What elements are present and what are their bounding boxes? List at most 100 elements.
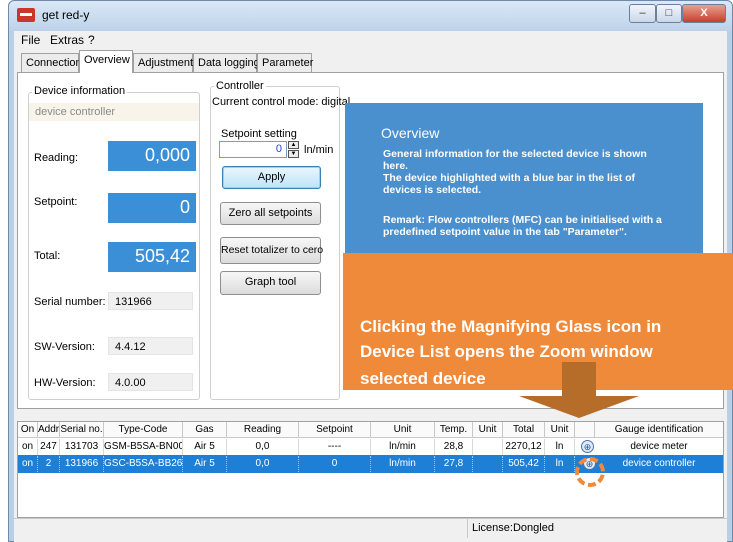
menu-help[interactable]: ?	[88, 33, 95, 47]
spin-up-icon[interactable]: ▲	[288, 141, 299, 149]
table-row[interactable]: on 2 131966 GSC-B5SA-BB26 Air 5 0,0 0 ln…	[18, 456, 723, 472]
menu-extras[interactable]: Extras	[50, 33, 84, 47]
overview-text-line: devices is selected.	[383, 184, 482, 196]
tab-data-logging[interactable]: Data logging	[193, 53, 260, 72]
col-header-zoom[interactable]	[575, 422, 595, 438]
col-header-gas[interactable]: Gas	[183, 422, 227, 438]
cell-gauge-id: device meter	[630, 441, 688, 452]
window-title: get red-y	[42, 8, 90, 22]
setpoint-value: 0	[108, 193, 196, 223]
tab-overview[interactable]: Overview	[79, 50, 133, 73]
callout-line: Clicking the Magnifying Glass icon in	[360, 317, 662, 336]
zero-all-setpoints-button[interactable]: Zero all setpoints	[220, 202, 321, 225]
cell-temp: 28,8	[435, 439, 473, 455]
cell-on: on	[18, 456, 38, 472]
reading-value: 0,000	[108, 141, 196, 171]
tab-parameter[interactable]: Parameter	[257, 53, 313, 72]
control-mode-text: Current control mode: digital	[212, 96, 351, 108]
close-button[interactable]: X	[682, 4, 726, 23]
col-header-total[interactable]: Total	[503, 422, 545, 438]
graph-tool-button[interactable]: Graph tool	[220, 271, 321, 295]
cell-gas: Air 5	[183, 439, 227, 455]
magnifying-glass-icon[interactable]: ⊕	[581, 440, 594, 453]
col-header-on[interactable]: On	[18, 422, 38, 438]
reset-totalizer-button[interactable]: Reset totalizer to cero	[220, 237, 323, 264]
cell-total-unit: ln	[545, 456, 575, 472]
overview-text-line: Remark: Flow controllers (MFC) can be in…	[383, 214, 662, 226]
serial-label: Serial number:	[34, 296, 106, 308]
setpoint-setting-label: Setpoint setting	[221, 128, 297, 140]
total-label: Total:	[34, 250, 61, 262]
col-header-gauge-id[interactable]: Gauge identification	[595, 422, 723, 438]
title-bar[interactable]	[9, 1, 732, 31]
cell-total: 2270,12	[503, 439, 545, 455]
cell-addr: 2	[38, 456, 60, 472]
cell-unit: ln/min	[371, 456, 435, 472]
setpoint-setting-input[interactable]: 0	[219, 141, 287, 158]
callout-arrow-head	[519, 396, 639, 418]
col-header-serial[interactable]: Serial no.	[60, 422, 104, 438]
overview-text-line: predefined setpoint value in the tab "Pa…	[383, 226, 627, 238]
table-row[interactable]: on 247 131703 GSM-B5SA-BN00 Air 5 0,0 --…	[18, 439, 723, 455]
status-bar	[14, 518, 727, 538]
zoom-hint-callout: Clicking the Magnifying Glass icon in De…	[343, 253, 733, 390]
cell-total: 505,42	[503, 456, 545, 472]
license-status: License:Dongled	[472, 522, 554, 534]
hw-version-value: 4.0.00	[108, 373, 193, 391]
menu-bar	[14, 31, 727, 50]
callout-line: Device List opens the Zoom window	[360, 342, 653, 361]
cell-serial: 131703	[60, 439, 104, 455]
col-header-temp[interactable]: Temp.	[435, 422, 473, 438]
device-info-title: Device information	[32, 85, 128, 97]
reading-label: Reading:	[34, 152, 79, 164]
cell-on: on	[18, 439, 38, 455]
highlight-ring	[575, 457, 605, 487]
spin-down-icon[interactable]: ▼	[288, 150, 299, 158]
hw-version-label: HW-Version:	[34, 377, 96, 389]
col-header-unit[interactable]: Unit	[371, 422, 435, 438]
setpoint-unit-label: ln/min	[304, 144, 334, 156]
apply-button[interactable]: Apply	[222, 166, 321, 189]
cell-temp: 27,8	[435, 456, 473, 472]
cell-setpoint: 0	[299, 456, 371, 472]
cell-serial: 131966	[60, 456, 104, 472]
col-header-addr[interactable]: Addr.	[38, 422, 60, 438]
menu-file[interactable]: File	[21, 33, 40, 47]
cell-reading: 0,0	[227, 456, 299, 472]
overview-text-line: The device highlighted with a blue bar i…	[383, 172, 636, 184]
total-value: 505,42	[108, 242, 196, 272]
serial-value: 131966	[108, 292, 193, 310]
col-header-temp-unit[interactable]: Unit	[473, 422, 503, 438]
cell-temp-unit	[473, 456, 503, 472]
cell-addr: 247	[38, 439, 60, 455]
overview-text-line: General information for the selected dev…	[383, 148, 647, 160]
tab-connection[interactable]: Connection	[21, 53, 82, 72]
cell-type-code: GSC-B5SA-BB26	[104, 456, 183, 472]
cell-gas: Air 5	[183, 456, 227, 472]
maximize-button[interactable]: □	[656, 4, 682, 23]
setpoint-label: Setpoint:	[34, 196, 78, 208]
callout-line: selected device	[360, 369, 486, 388]
col-header-type-code[interactable]: Type-Code	[104, 422, 183, 438]
device-name: device controller	[29, 103, 199, 121]
col-header-setpoint[interactable]: Setpoint	[299, 422, 371, 438]
cell-unit: ln/min	[371, 439, 435, 455]
cell-total-unit: ln	[545, 439, 575, 455]
callout-arrow	[562, 362, 596, 397]
cell-temp-unit	[473, 439, 503, 455]
controller-title: Controller	[214, 80, 266, 92]
cell-gauge-id: device controller	[622, 458, 696, 469]
cell-setpoint: ----	[299, 439, 371, 455]
app-icon	[17, 8, 35, 22]
sw-version-value: 4.4.12	[108, 337, 193, 355]
sw-version-label: SW-Version:	[34, 341, 95, 353]
col-header-reading[interactable]: Reading	[227, 422, 299, 438]
cell-type-code: GSM-B5SA-BN00	[104, 439, 183, 455]
overview-title: Overview	[381, 125, 440, 141]
minimize-button[interactable]: –	[629, 4, 656, 23]
col-header-total-unit[interactable]: Unit	[545, 422, 575, 438]
cell-reading: 0,0	[227, 439, 299, 455]
tab-adjustment[interactable]: Adjustment	[133, 53, 193, 72]
status-divider	[467, 519, 468, 538]
overview-text-line: here.	[383, 160, 409, 172]
